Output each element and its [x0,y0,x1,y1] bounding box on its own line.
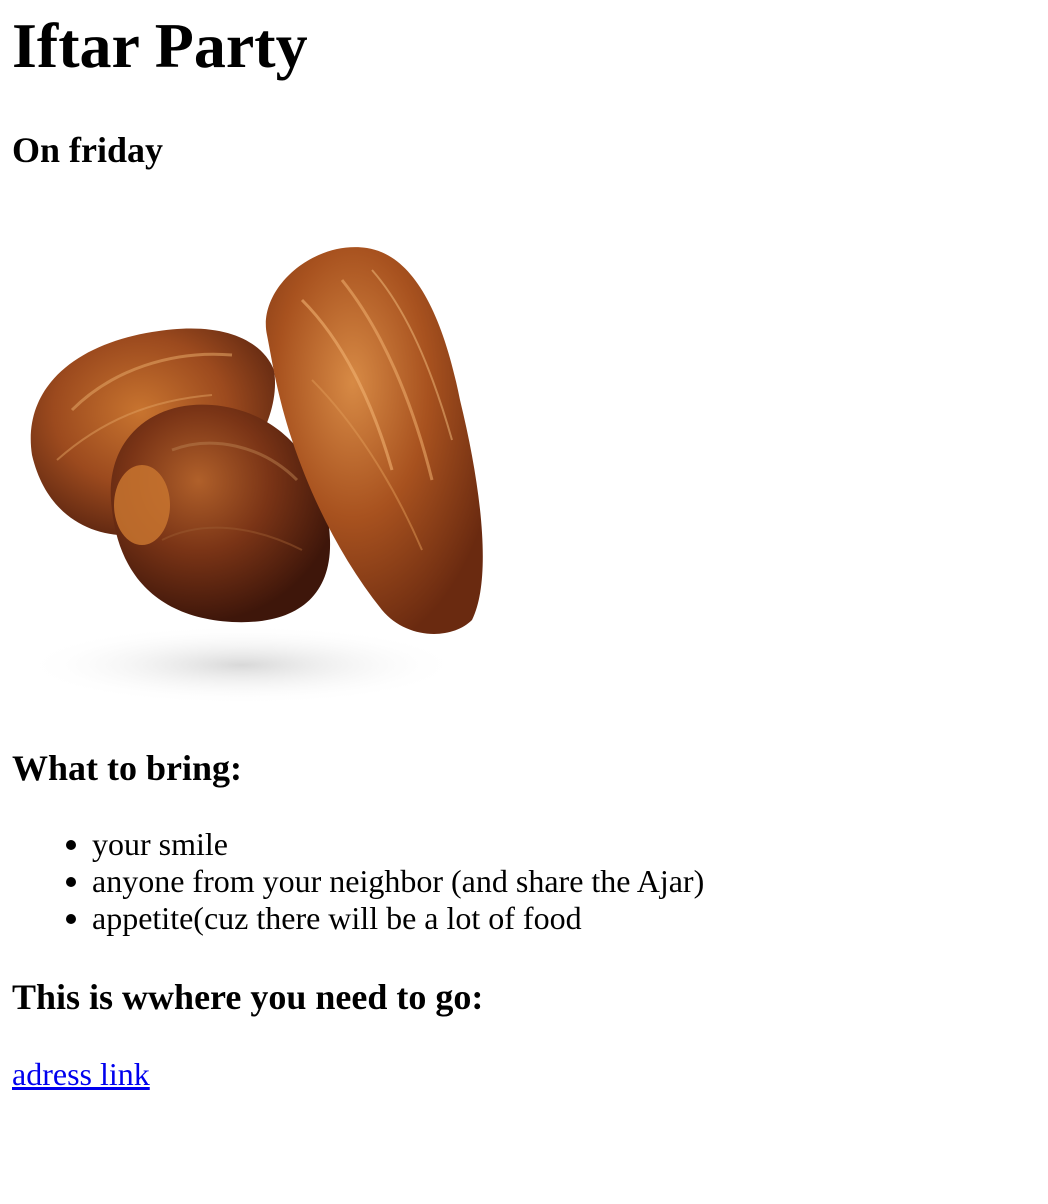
page-title: Iftar Party [12,10,308,81]
dates-image [22,247,483,705]
list-item: anyone from your neighbor (and share the… [66,863,705,900]
list-item: your smile [66,826,704,863]
list-item-text: anyone from your neighbor (and share the… [92,863,705,899]
list-item-text: appetite(cuz there will be a lot of food [92,900,582,936]
location-heading: This is wwhere you need to go: [12,977,484,1017]
list-item: appetite(cuz there will be a lot of food [66,900,704,937]
list-item-text: your smile [92,826,228,862]
bullet-icon [66,914,76,924]
bullet-icon [66,877,76,887]
page-subtitle: On friday [12,130,164,170]
bring-heading: What to bring: [12,748,243,788]
address-link[interactable]: adress link [12,1054,150,1094]
bring-list: your smile anyone from your neighbor (an… [12,826,704,937]
bullet-icon [66,840,76,850]
